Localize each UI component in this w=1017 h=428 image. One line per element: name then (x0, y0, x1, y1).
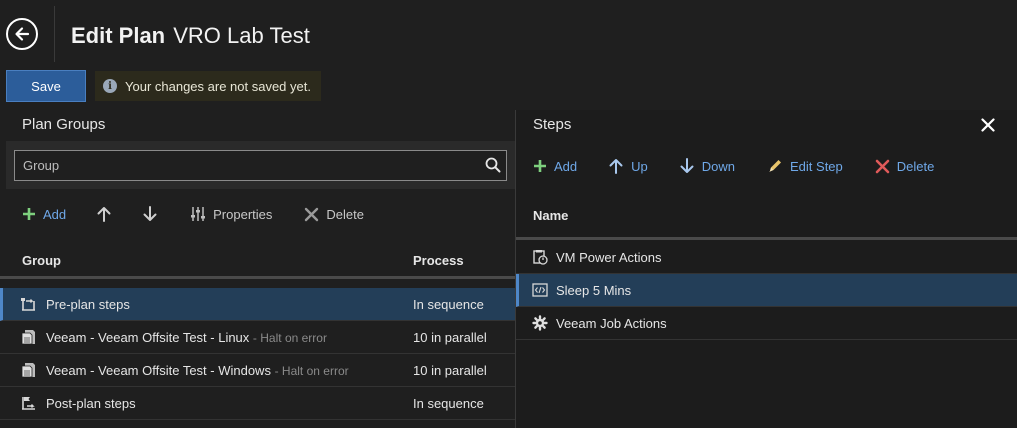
plan-group-name-text: Post-plan steps (46, 396, 136, 411)
page-title-action: Edit Plan (71, 23, 166, 48)
edit-step-label: Edit Step (790, 158, 843, 174)
delete-step-button[interactable]: Delete (875, 158, 935, 174)
add-group-button[interactable]: Add (22, 207, 66, 222)
replica-group-icon (21, 330, 35, 345)
plan-group-error-policy: - Halt on error (274, 364, 349, 378)
plus-icon (534, 160, 546, 172)
delete-x-icon (305, 207, 319, 221)
group-properties-button[interactable]: Properties (190, 206, 272, 222)
step-row[interactable]: Sleep 5 Mins (516, 274, 1017, 307)
delete-group-label: Delete (326, 206, 364, 222)
steps-grid-header: Name (516, 196, 1017, 240)
page-title-plan-name: VRO Lab Test (173, 23, 310, 48)
step-name: Sleep 5 Mins (556, 283, 632, 298)
group-properties-label: Properties (213, 206, 273, 222)
post-plan-steps-icon (22, 397, 35, 410)
plan-group-row[interactable]: Veeam - Veeam Offsite Test - Windows - H… (0, 354, 515, 387)
header-divider (54, 6, 55, 62)
gear-icon (532, 315, 548, 331)
plan-group-process: 10 in parallel (413, 330, 487, 345)
arrow-down-icon (680, 158, 694, 173)
plan-group-name: Veeam - Veeam Offsite Test - Windows - H… (46, 363, 349, 378)
arrow-down-icon (143, 206, 157, 221)
replica-group-icon (21, 363, 35, 378)
unsaved-message: Your changes are not saved yet. (125, 78, 311, 94)
arrow-up-icon (609, 159, 623, 174)
plan-group-name: Veeam - Veeam Offsite Test - Linux - Hal… (46, 330, 327, 345)
search-icon[interactable] (485, 157, 501, 173)
plan-group-process: 10 in parallel (413, 363, 487, 378)
add-group-label: Add (43, 206, 67, 222)
step-row[interactable]: Veeam Job Actions (516, 307, 1017, 340)
save-button[interactable]: Save (6, 70, 86, 102)
plan-group-error-policy-text: Halt on error (260, 331, 327, 345)
plan-group-error-policy: - Halt on error (252, 331, 327, 345)
close-icon (981, 118, 995, 132)
step-row[interactable]: VM Power Actions (516, 241, 1017, 274)
plan-groups-toolbar: Add Properties Delete (22, 206, 364, 222)
group-search-bar (6, 141, 515, 189)
arrow-up-icon (97, 207, 111, 222)
script-icon (532, 283, 548, 297)
plan-group-name-text: Pre-plan steps (46, 297, 130, 312)
plan-group-row[interactable]: Post-plan steps In sequence (0, 387, 515, 420)
plan-group-name: Pre-plan steps (46, 297, 130, 312)
move-step-down-label: Down (701, 158, 736, 174)
plan-group-row[interactable]: Pre-plan steps In sequence (0, 288, 515, 321)
close-steps-button[interactable] (981, 118, 995, 137)
move-step-down-button[interactable]: Down (679, 158, 735, 174)
move-step-up-label: Up (631, 158, 648, 174)
column-header-name[interactable]: Name (533, 208, 568, 223)
steps-panel: Steps Add Up Down Edit Step Delete Name … (515, 110, 1017, 428)
add-step-button[interactable]: Add (533, 159, 577, 174)
vm-power-icon (533, 250, 548, 265)
step-name: Veeam Job Actions (556, 316, 667, 331)
sliders-icon (191, 207, 206, 221)
column-header-process[interactable]: Process (413, 253, 464, 268)
move-group-down-button[interactable] (142, 206, 158, 222)
column-header-group[interactable]: Group (22, 253, 61, 268)
move-group-up-button[interactable] (96, 206, 112, 222)
delete-x-icon (875, 159, 890, 173)
plan-groups-grid-header: Group Process (0, 245, 515, 279)
add-step-label: Add (554, 158, 578, 174)
plan-group-process: In sequence (413, 396, 484, 411)
plan-group-name-text: Veeam - Veeam Offsite Test - Linux (46, 330, 250, 345)
plan-group-name: Post-plan steps (46, 396, 136, 411)
info-icon: i (103, 79, 117, 93)
group-search-input[interactable] (14, 150, 507, 181)
plan-groups-title: Plan Groups (22, 116, 106, 133)
move-step-up-button[interactable]: Up (608, 158, 648, 174)
step-name: VM Power Actions (556, 250, 662, 265)
pre-plan-steps-icon (21, 298, 35, 311)
plan-group-error-policy-text: Halt on error (281, 364, 349, 378)
delete-group-button[interactable]: Delete (304, 207, 364, 222)
edit-step-button[interactable]: Edit Step (767, 158, 843, 174)
plus-icon (23, 208, 35, 220)
plan-group-row[interactable]: Veeam - Veeam Offsite Test - Linux - Hal… (0, 321, 515, 354)
steps-toolbar: Add Up Down Edit Step Delete (533, 158, 934, 174)
pencil-icon (769, 160, 782, 172)
page-title: Edit Plan VRO Lab Test (71, 23, 310, 49)
page-header: Edit Plan VRO Lab Test (0, 0, 1017, 68)
arrow-left-icon (15, 27, 30, 41)
delete-step-label: Delete (896, 158, 935, 174)
steps-title: Steps (533, 116, 572, 133)
back-button[interactable] (6, 18, 38, 50)
plan-groups-panel: Plan Groups Add (0, 110, 515, 428)
plan-group-name-text: Veeam - Veeam Offsite Test - Windows (46, 363, 271, 378)
plan-group-process: In sequence (413, 297, 484, 312)
unsaved-changes-banner: i Your changes are not saved yet. (95, 71, 321, 101)
